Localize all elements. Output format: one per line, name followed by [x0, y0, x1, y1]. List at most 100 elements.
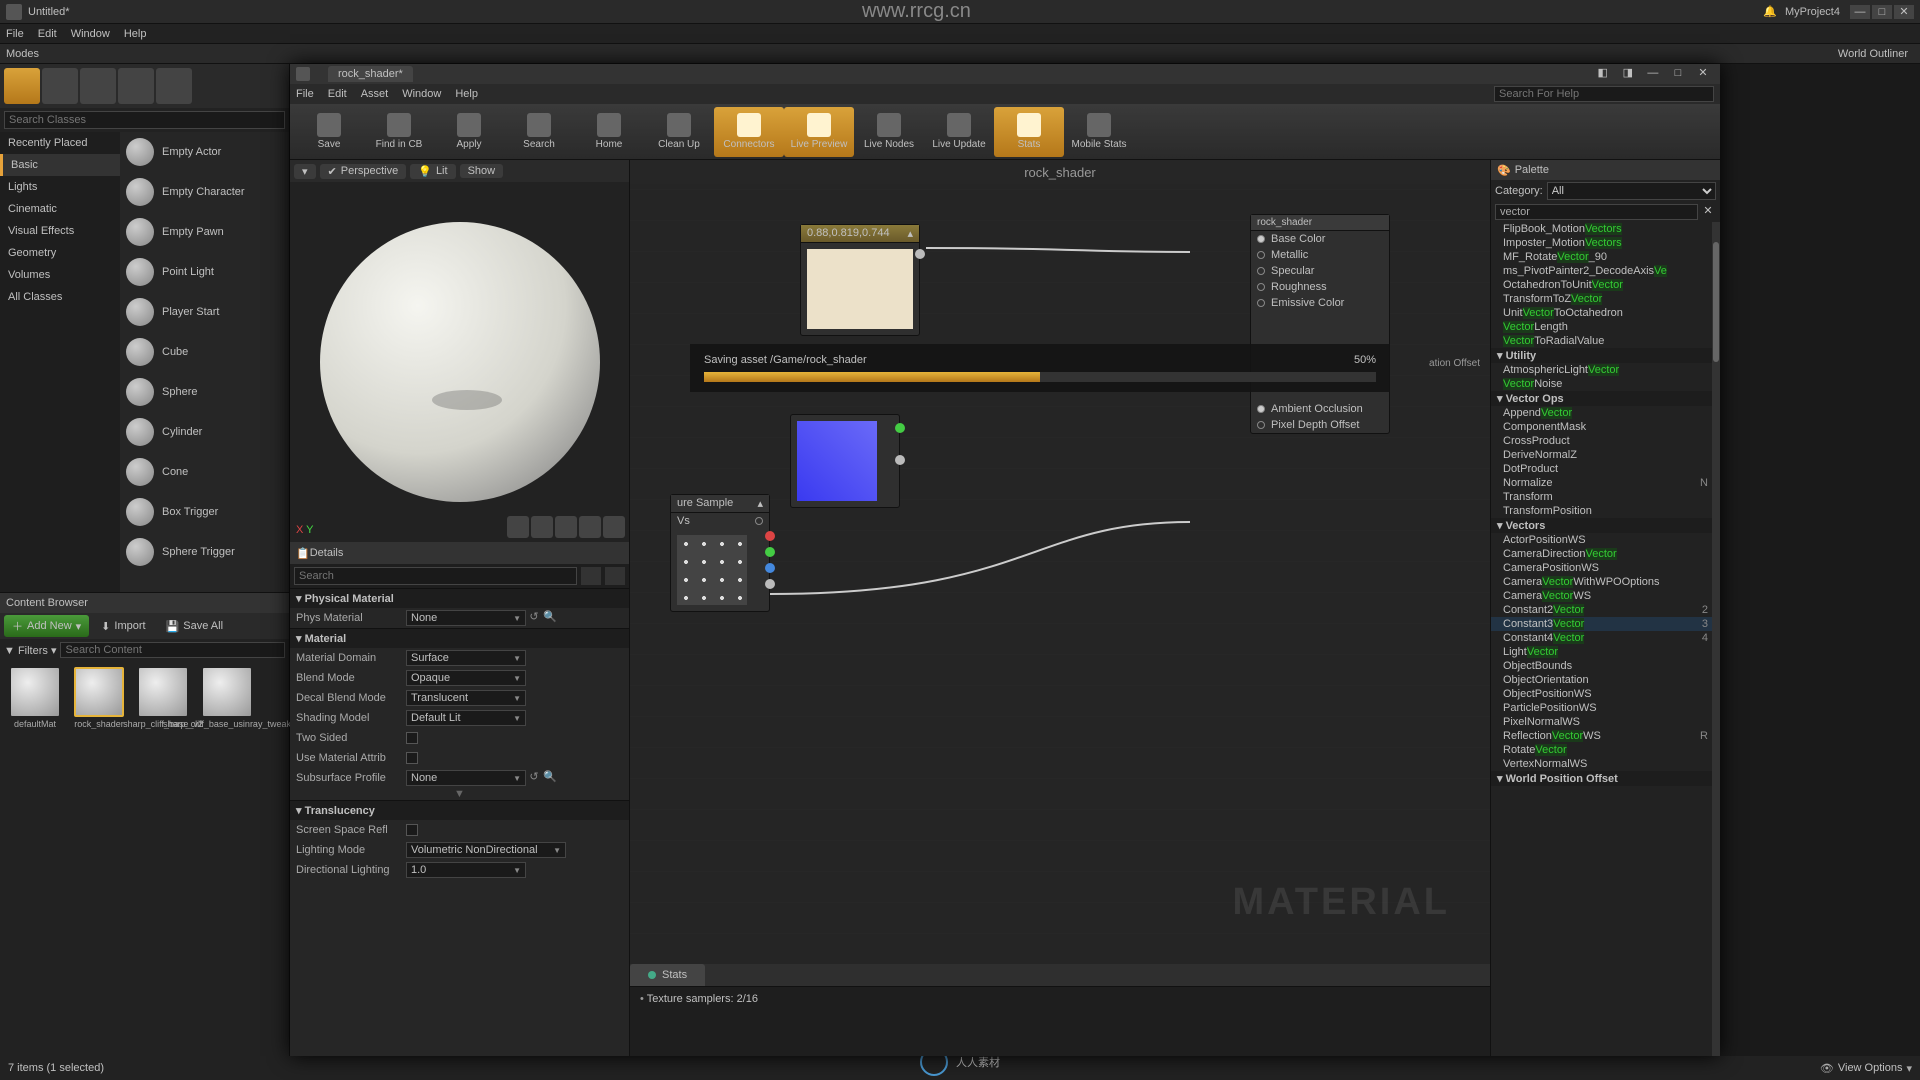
stats-tab[interactable]: Stats [630, 964, 705, 986]
toolbar-stats[interactable]: Stats [994, 107, 1064, 157]
mode-geometry-icon[interactable] [156, 68, 192, 104]
mode-landscape-icon[interactable] [80, 68, 116, 104]
reset-icon[interactable]: ↺ [526, 770, 542, 786]
maximize-button[interactable]: □ [1872, 5, 1892, 19]
palette-item[interactable]: Constant2Vector2 [1491, 603, 1720, 617]
content-search-input[interactable] [60, 642, 285, 658]
palette-item[interactable]: DeriveNormalZ [1491, 448, 1720, 462]
decal-blend-mode-combo[interactable]: Translucent▼ [406, 690, 526, 706]
toolbar-clean-up[interactable]: Clean Up [644, 107, 714, 157]
toolbar-apply[interactable]: Apply [434, 107, 504, 157]
palette-scrollbar[interactable] [1712, 222, 1720, 1056]
place-item[interactable]: Cylinder [120, 412, 289, 452]
palette-item[interactable]: VectorLength [1491, 320, 1720, 334]
palette-item[interactable]: TransformToZVector [1491, 292, 1720, 306]
toolbar-find-in-cb[interactable]: Find in CB [364, 107, 434, 157]
palette-item[interactable]: DotProduct [1491, 462, 1720, 476]
palette-list[interactable]: FlipBook_MotionVectorsImposter_MotionVec… [1491, 222, 1720, 1056]
content-item[interactable]: rock_shader [70, 667, 128, 729]
menu-window[interactable]: Window [71, 28, 110, 40]
palette-item[interactable]: CameraVectorWithWPOOptions [1491, 575, 1720, 589]
rgb-pin[interactable] [895, 423, 905, 433]
toolbar-save[interactable]: Save [294, 107, 364, 157]
place-tab[interactable]: Basic [0, 154, 120, 176]
palette-item[interactable]: MF_RotateVector_90 [1491, 250, 1720, 264]
notification-icon[interactable]: 🔔 [1763, 5, 1777, 18]
shape-teapot-icon[interactable] [603, 516, 625, 538]
palette-item[interactable]: PixelNormalWS [1491, 715, 1720, 729]
place-item[interactable]: Cone [120, 452, 289, 492]
details-matrix-icon[interactable] [581, 567, 601, 585]
clear-search-icon[interactable]: ✕ [1700, 204, 1716, 220]
result-pin[interactable]: Specular [1251, 263, 1389, 279]
palette-item[interactable]: ReflectionVectorWSR [1491, 729, 1720, 743]
minimize-button[interactable]: — [1850, 5, 1870, 19]
details-search-input[interactable] [294, 567, 577, 585]
save-all-button[interactable]: 💾Save All [158, 617, 231, 636]
place-item[interactable]: Sphere Trigger [120, 532, 289, 572]
editor-help-search[interactable] [1494, 86, 1714, 102]
palette-group[interactable]: ▾ Vector Ops [1491, 391, 1720, 406]
subsurface-combo[interactable]: None▼ [406, 770, 526, 786]
result-pin[interactable]: Metallic [1251, 247, 1389, 263]
editor-menu-file[interactable]: File [296, 88, 314, 100]
place-tab[interactable]: Lights [0, 176, 120, 198]
uvs-pin[interactable] [755, 517, 763, 525]
palette-item[interactable]: CrossProduct [1491, 434, 1720, 448]
palette-item[interactable]: VertexNormalWS [1491, 757, 1720, 771]
toolbar-home[interactable]: Home [574, 107, 644, 157]
place-tab[interactable]: All Classes [0, 286, 120, 308]
browse-icon[interactable]: 🔍 [542, 610, 558, 626]
shape-sphere-icon[interactable] [531, 516, 553, 538]
perspective-button[interactable]: ✔ Perspective [320, 164, 407, 179]
palette-item[interactable]: OctahedronToUnitVector [1491, 278, 1720, 292]
place-item[interactable]: Cube [120, 332, 289, 372]
scrollbar-thumb[interactable] [1713, 242, 1719, 362]
toolbar-search[interactable]: Search [504, 107, 574, 157]
content-item[interactable]: defaultMat [6, 667, 64, 729]
result-pin[interactable]: Roughness [1251, 279, 1389, 295]
preview-viewport[interactable]: X Y [290, 182, 629, 542]
place-tab[interactable]: Recently Placed [0, 132, 120, 154]
menu-edit[interactable]: Edit [38, 28, 57, 40]
place-tab[interactable]: Volumes [0, 264, 120, 286]
preview-menu-button[interactable]: ▾ [294, 164, 316, 179]
b-pin[interactable] [765, 563, 775, 573]
palette-item[interactable]: Constant4Vector4 [1491, 631, 1720, 645]
material-domain-combo[interactable]: Surface▼ [406, 650, 526, 666]
show-button[interactable]: Show [460, 164, 504, 178]
phys-material-combo[interactable]: None▼ [406, 610, 526, 626]
node-expand-icon[interactable]: ▴ [907, 227, 913, 240]
g-pin[interactable] [765, 547, 775, 557]
palette-item[interactable]: FlipBook_MotionVectors [1491, 222, 1720, 236]
add-new-button[interactable]: ＋Add New▾ [4, 615, 89, 637]
editor-dock2-button[interactable]: ◨ [1617, 66, 1639, 82]
r-pin[interactable] [765, 531, 775, 541]
palette-item[interactable]: ObjectOrientation [1491, 673, 1720, 687]
editor-maximize-button[interactable]: □ [1667, 67, 1689, 83]
texture-sample-node[interactable] [790, 414, 900, 508]
result-pin[interactable]: Base Color [1251, 231, 1389, 247]
reset-icon[interactable]: ↺ [526, 610, 542, 626]
palette-item[interactable]: AtmosphericLightVector [1491, 363, 1720, 377]
place-tab[interactable]: Cinematic [0, 198, 120, 220]
toolbar-live-nodes[interactable]: Live Nodes [854, 107, 924, 157]
result-pin[interactable]: Emissive Color [1251, 295, 1389, 311]
palette-item[interactable]: NormalizeN [1491, 476, 1720, 490]
ssr-checkbox[interactable] [406, 824, 418, 836]
palette-item[interactable]: LightVector [1491, 645, 1720, 659]
palette-item[interactable]: ObjectPositionWS [1491, 687, 1720, 701]
palette-item[interactable]: VectorNoise [1491, 377, 1720, 391]
cat-translucency[interactable]: ▾ Translucency [290, 800, 629, 820]
shading-model-combo[interactable]: Default Lit▼ [406, 710, 526, 726]
palette-item[interactable]: ActorPositionWS [1491, 533, 1720, 547]
place-item[interactable]: Sphere [120, 372, 289, 412]
place-tab[interactable]: Geometry [0, 242, 120, 264]
palette-item[interactable]: ComponentMask [1491, 420, 1720, 434]
place-item[interactable]: Empty Character [120, 172, 289, 212]
palette-item[interactable]: Transform [1491, 490, 1720, 504]
material-result-node[interactable]: rock_shader Base ColorMetallicSpecularRo… [1250, 214, 1390, 434]
palette-item[interactable]: AppendVector [1491, 406, 1720, 420]
cat-physical-material[interactable]: ▾ Physical Material [290, 588, 629, 608]
cat-material[interactable]: ▾ Material [290, 628, 629, 648]
